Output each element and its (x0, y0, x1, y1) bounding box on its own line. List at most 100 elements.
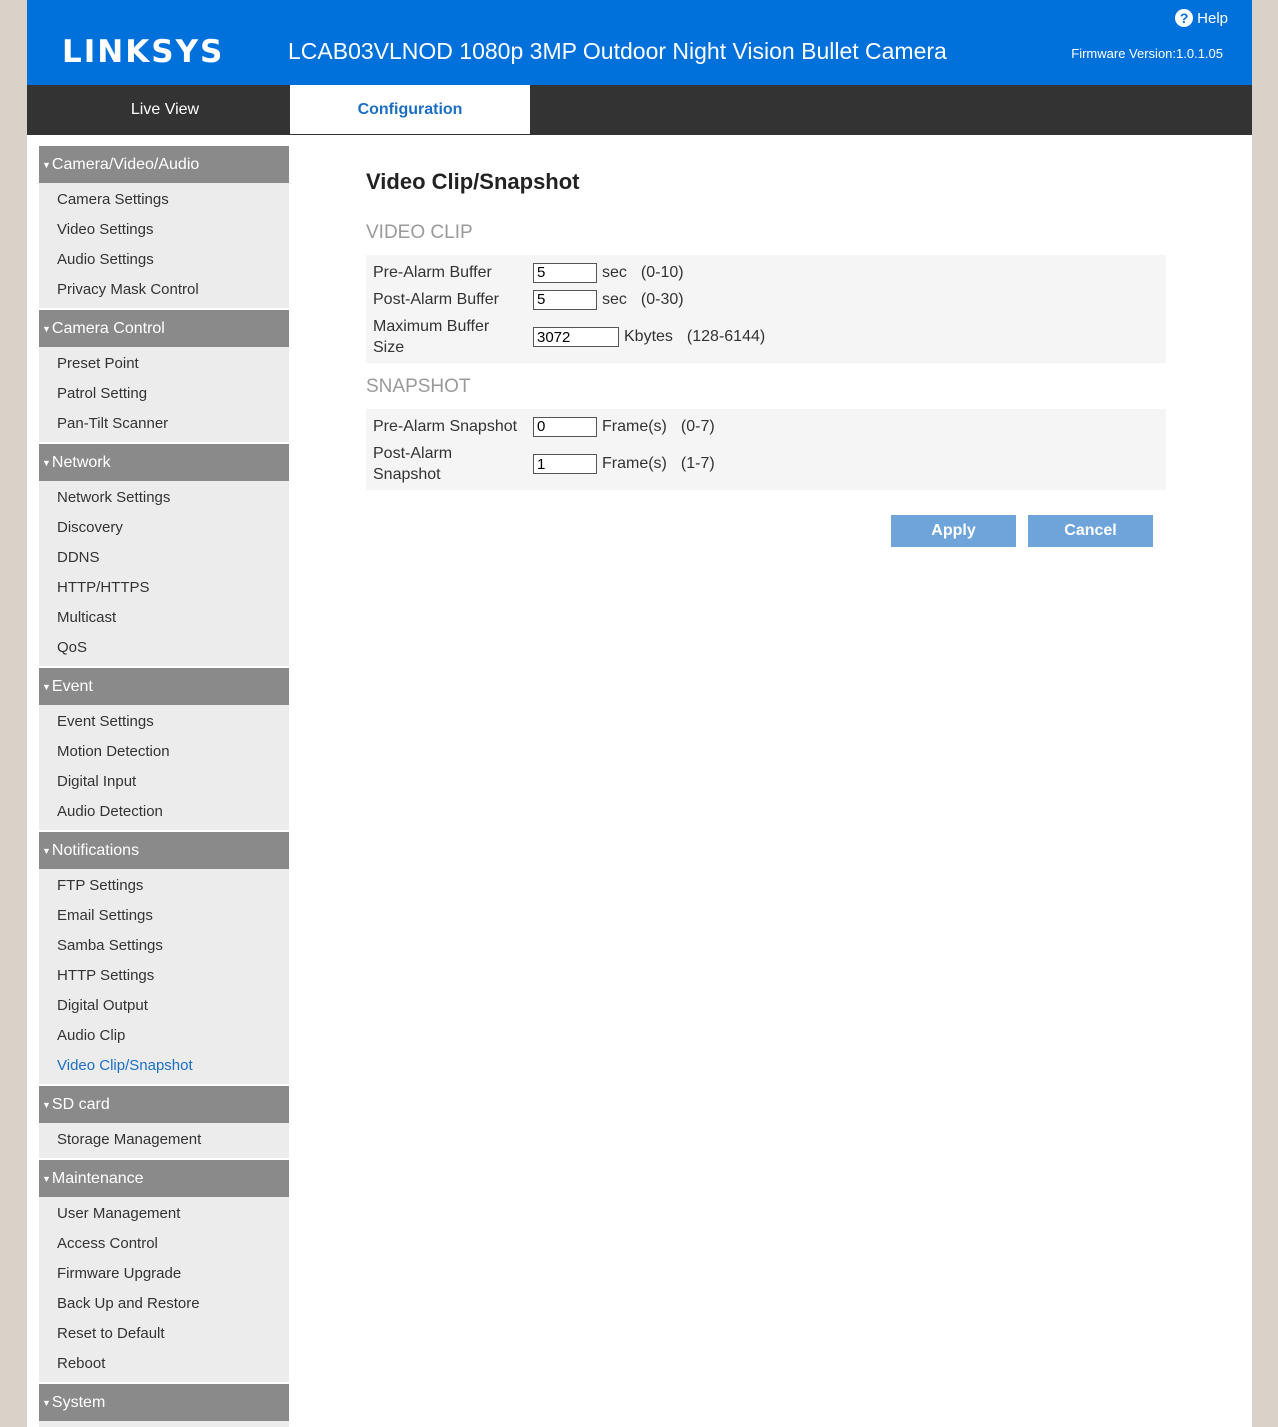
sidebar-item-video-clip-snapshot[interactable]: Video Clip/Snapshot (39, 1051, 289, 1081)
video-clip-heading: VIDEO CLIP (366, 222, 473, 243)
sidebar-section-label: Maintenance (51, 1169, 144, 1187)
product-title: LCAB03VLNOD 1080p 3MP Outdoor Night Visi… (288, 38, 947, 64)
post-alarm-snapshot-row: Post-Alarm Snapshot Frame(s) (1-7) (366, 440, 1166, 488)
sidebar-section-network[interactable]: ▼ Network (39, 444, 289, 481)
sidebar-item-digital-input[interactable]: Digital Input (39, 767, 289, 797)
main-content: Video Clip/Snapshot VIDEO CLIP Pre-Alarm… (366, 165, 1166, 547)
pre-alarm-buffer-input[interactable] (533, 262, 597, 283)
sidebar-section-label: Network (51, 453, 111, 471)
sidebar-section-event[interactable]: ▼ Event (39, 668, 289, 705)
apply-button[interactable]: Apply (891, 515, 1016, 547)
top-header: LINKSYS LCAB03VLNOD 1080p 3MP Outdoor Ni… (27, 0, 1252, 85)
sidebar-item-privacy-mask-control[interactable]: Privacy Mask Control (39, 275, 289, 305)
caret-down-icon: ▼ (42, 457, 51, 468)
post-alarm-snapshot-label: Post-Alarm Snapshot (366, 443, 533, 485)
sidebar-item-audio-detection[interactable]: Audio Detection (39, 797, 289, 827)
sidebar-item-ddns[interactable]: DDNS (39, 543, 289, 573)
sidebar-item-multicast[interactable]: Multicast (39, 603, 289, 633)
sidebar-section-system[interactable]: ▼ System (39, 1384, 289, 1421)
sidebar-item-camera-settings[interactable]: Camera Settings (39, 185, 289, 215)
sidebar-section-label: SD card (51, 1095, 110, 1113)
sidebar-item-storage-management[interactable]: Storage Management (39, 1125, 289, 1155)
sidebar-item-reboot[interactable]: Reboot (39, 1349, 289, 1379)
caret-down-icon: ▼ (42, 1099, 51, 1110)
sidebar-section-camera-control[interactable]: ▼ Camera Control (39, 310, 289, 347)
pre-alarm-snapshot-label: Pre-Alarm Snapshot (373, 418, 518, 435)
sidebar-item-video-settings[interactable]: Video Settings (39, 215, 289, 245)
tab-configuration[interactable]: Configuration (290, 85, 530, 134)
sidebar-item-firmware-upgrade[interactable]: Firmware Upgrade (39, 1259, 289, 1289)
sidebar-item-reset-to-default[interactable]: Reset to Default (39, 1319, 289, 1349)
sidebar-item-audio-settings[interactable]: Audio Settings (39, 245, 289, 275)
max-buffer-size-unit: Kbytes (624, 328, 673, 345)
sidebar-section-items: Storage Management (39, 1123, 289, 1158)
sidebar-item-event-settings[interactable]: Event Settings (39, 707, 289, 737)
pre-alarm-buffer-unit: sec (602, 263, 627, 281)
sidebar-item-digital-output[interactable]: Digital Output (39, 991, 289, 1021)
sidebar-item-samba-settings[interactable]: Samba Settings (39, 931, 289, 961)
max-buffer-size-range: (128-6144) (686, 328, 766, 345)
sidebar-item-access-control[interactable]: Access Control (39, 1229, 289, 1259)
post-alarm-snapshot-unit: Frame(s) (602, 455, 667, 472)
post-alarm-snapshot-input[interactable] (533, 454, 597, 474)
caret-down-icon: ▼ (42, 1173, 51, 1184)
sidebar-section-camera-video-audio[interactable]: ▼ Camera/Video/Audio (39, 146, 289, 183)
max-buffer-size-label: Maximum Buffer Size (366, 316, 533, 358)
post-alarm-buffer-row: Post-Alarm Buffer sec (0-30) (366, 286, 1166, 313)
caret-down-icon: ▼ (42, 681, 51, 692)
sidebar-section-sd-card[interactable]: ▼ SD card (39, 1086, 289, 1123)
max-buffer-size-input[interactable] (533, 327, 619, 347)
snapshot-panel: Pre-Alarm Snapshot Frame(s) (0-7) Post-A… (366, 409, 1166, 490)
form-buttons: Apply Cancel (891, 515, 1153, 547)
post-alarm-buffer-unit: sec (602, 290, 627, 308)
sidebar-section-maintenance[interactable]: ▼ Maintenance (39, 1160, 289, 1197)
sidebar-item-preset-point[interactable]: Preset Point (39, 349, 289, 379)
page-title: Video Clip/Snapshot (366, 169, 580, 194)
sidebar-item-network-settings[interactable]: Network Settings (39, 483, 289, 513)
tab-live-view[interactable]: Live View (45, 85, 285, 134)
sidebar-item-http-settings[interactable]: HTTP Settings (39, 961, 289, 991)
post-alarm-buffer-label: Post-Alarm Buffer (373, 291, 499, 308)
linksys-logo[interactable]: LINKSYS (62, 37, 224, 68)
sidebar-section-items: FTP Settings Email Settings Samba Settings… (39, 869, 289, 1084)
question-circle-icon: ? (1175, 9, 1194, 27)
sidebar-item-audio-clip[interactable]: Audio Clip (39, 1021, 289, 1051)
sidebar-item-motion-detection[interactable]: Motion Detection (39, 737, 289, 767)
sidebar-item-user-management[interactable]: User Management (39, 1199, 289, 1229)
sidebar-section-items: System LogDate and Time (39, 1421, 289, 1427)
pre-alarm-snapshot-unit: Frame(s) (602, 417, 667, 435)
sidebar-item-back-up-and-restore[interactable]: Back Up and Restore (39, 1289, 289, 1319)
post-alarm-snapshot-label-line2: Snapshot (373, 466, 441, 483)
sidebar-item-patrol-setting[interactable]: Patrol Setting (39, 379, 289, 409)
main-tab-bar: Live View Configuration (27, 85, 1252, 135)
caret-down-icon: ▼ (42, 323, 51, 334)
max-buffer-size-label-line2: Size (373, 339, 405, 356)
sidebar-section-label: Camera Control (51, 319, 165, 337)
pre-alarm-snapshot-range: (0-7) (680, 417, 715, 435)
sidebar-item-http-https[interactable]: HTTP/HTTPS (39, 573, 289, 603)
cancel-button[interactable]: Cancel (1028, 515, 1153, 547)
video-clip-panel: Pre-Alarm Buffer sec (0-10) Post-Alarm B… (366, 255, 1166, 363)
post-alarm-buffer-input[interactable] (533, 289, 597, 310)
sidebar-item-pan-tilt-scanner[interactable]: Pan-Tilt Scanner (39, 409, 289, 439)
browser-page: LINKSYS LCAB03VLNOD 1080p 3MP Outdoor Ni… (27, 0, 1252, 1427)
max-buffer-size-label-line1: Maximum Buffer (373, 318, 490, 335)
sidebar-item-email-settings[interactable]: Email Settings (39, 901, 289, 931)
caret-down-icon: ▼ (42, 159, 51, 170)
post-alarm-snapshot-label-line1: Post-Alarm (373, 445, 453, 462)
sidebar-section-label: System (51, 1393, 106, 1411)
sidebar-section-items: Preset Point Patrol Setting Pan-Tilt Scann… (39, 347, 289, 442)
sidebar-item-discovery[interactable]: Discovery (39, 513, 289, 543)
sidebar-item-system-log[interactable]: System Log (39, 1423, 289, 1427)
post-alarm-buffer-range: (0-30) (640, 290, 684, 308)
sidebar-section-label: Notifications (51, 841, 140, 859)
pre-alarm-buffer-row: Pre-Alarm Buffer sec (0-10) (366, 259, 1166, 286)
max-buffer-size-row: Maximum Buffer Size Kbytes (128-6144) (366, 313, 1166, 361)
pre-alarm-snapshot-input[interactable] (533, 416, 597, 437)
sidebar-item-qos[interactable]: QoS (39, 633, 289, 663)
sidebar-item-ftp-settings[interactable]: FTP Settings (39, 871, 289, 901)
sidebar-section-items: Network Settings Discovery DDNS HTTP/HTTPS M… (39, 481, 289, 666)
help-link[interactable]: ? Help (1175, 9, 1228, 27)
sidebar-section-items: User Management Access Control Firmware Up… (39, 1197, 289, 1382)
sidebar-section-notifications[interactable]: ▼ Notifications (39, 832, 289, 869)
